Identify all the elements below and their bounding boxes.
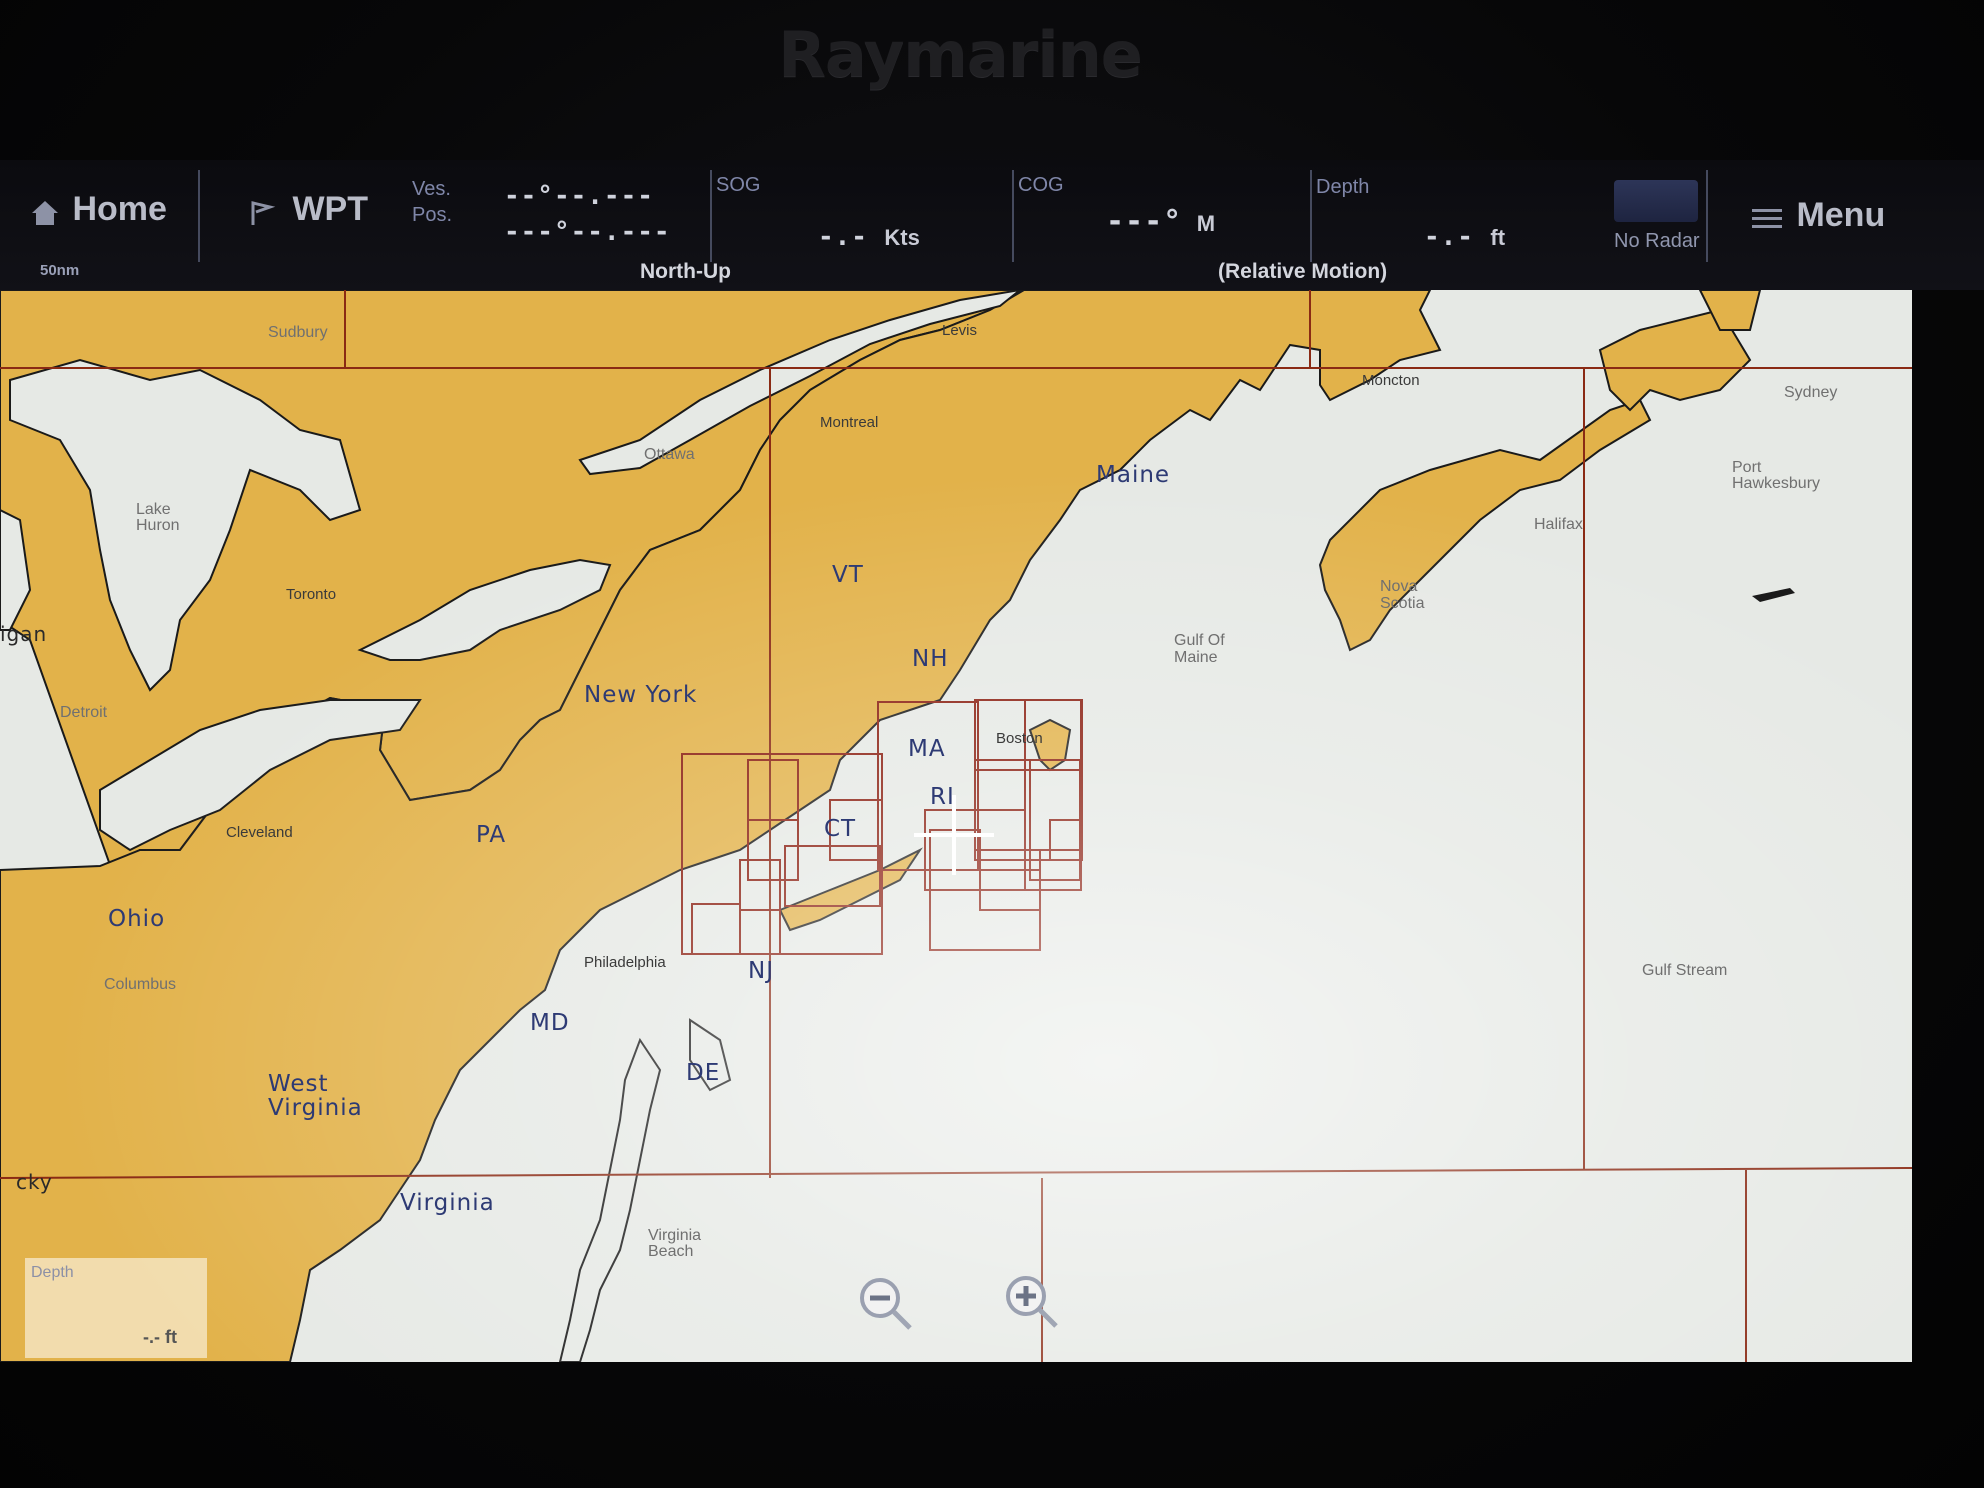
home-label: Home — [72, 190, 167, 228]
label-new-york: New York — [584, 682, 698, 708]
zoom-in-button[interactable] — [1004, 1274, 1058, 1328]
label-maine: Maine — [1096, 462, 1171, 488]
sog-readout[interactable]: -.- Kts — [818, 222, 920, 252]
chart-area[interactable]: Maine VT NH New York MA RI CT PA NJ Ohio… — [0, 290, 1912, 1362]
label-halifax: Halifax — [1534, 516, 1583, 533]
cog-unit: M — [1196, 211, 1216, 236]
brand-logo: Raymarine — [778, 18, 1143, 91]
zoom-in-icon — [1006, 1276, 1058, 1328]
sog-unit: Kts — [884, 225, 920, 250]
motion-mode[interactable]: (Relative Motion) — [1218, 260, 1387, 284]
depth-readout[interactable]: -.- ft — [1424, 222, 1505, 252]
depth-box-value: -.- ft — [143, 1327, 177, 1347]
vessel-position-label: Ves. Pos. — [412, 176, 452, 228]
label-ma: MA — [908, 736, 946, 762]
label-pa: PA — [476, 822, 507, 848]
label-virginia-beach: Virginia Beach — [648, 1227, 702, 1260]
label-edge-kentucky: cky — [16, 1170, 53, 1194]
radar-label: No Radar — [1614, 230, 1700, 252]
label-de: DE — [686, 1060, 721, 1086]
depth-box-label: Depth — [31, 1264, 74, 1281]
label-levis: Levis — [942, 322, 978, 339]
label-montreal: Montreal — [820, 414, 879, 431]
label-ohio: Ohio — [108, 906, 166, 932]
label-ottawa: Ottawa — [644, 446, 695, 463]
orientation-mode[interactable]: North-Up — [640, 260, 731, 284]
zoom-out-icon — [860, 1278, 912, 1330]
label-ri: RI — [930, 784, 955, 810]
label-md: MD — [530, 1010, 570, 1036]
divider — [1706, 170, 1708, 262]
radar-status[interactable]: No Radar — [1614, 180, 1700, 253]
label-nj: NJ — [748, 958, 774, 984]
label-vt: VT — [832, 562, 864, 588]
label-cleveland: Cleveland — [226, 824, 293, 841]
label-nh: NH — [912, 646, 949, 672]
label-ct: CT — [824, 816, 857, 842]
latitude-value: --°--.--- — [504, 181, 654, 211]
home-icon — [30, 199, 60, 232]
cog-readout[interactable]: ---° M — [1106, 204, 1215, 239]
menu-icon — [1752, 208, 1782, 235]
label-virginia: Virginia — [400, 1190, 495, 1216]
label-gulf-stream: Gulf Stream — [1642, 962, 1728, 979]
label-boston: Boston — [996, 730, 1043, 747]
cog-label: COG — [1018, 174, 1064, 196]
zoom-out-button[interactable] — [858, 1276, 912, 1330]
divider — [1012, 170, 1014, 262]
vespos-label-1: Ves. — [412, 178, 451, 200]
menu-label: Menu — [1796, 196, 1886, 234]
longitude-value: ---°--.--- — [504, 217, 671, 247]
range-scale: 50nm — [40, 262, 80, 279]
menu-button[interactable]: Menu — [1752, 196, 1885, 235]
label-nova-scotia: Nova Scotia — [1380, 578, 1425, 612]
cog-value: ---° — [1106, 204, 1183, 239]
top-databar: Home WPT Ves. Pos. --°--.--- ---°--.--- … — [0, 160, 1984, 290]
label-columbus: Columbus — [104, 976, 177, 993]
vespos-label-2: Pos. — [412, 204, 453, 226]
label-toronto: Toronto — [286, 586, 337, 603]
sog-value: -.- — [818, 222, 868, 252]
depth-value: -.- — [1424, 222, 1474, 252]
waypoint-flag-icon — [248, 199, 278, 232]
label-west-virginia: West Virginia — [268, 1071, 363, 1121]
label-sydney: Sydney — [1784, 384, 1838, 401]
label-sudbury: Sudbury — [268, 324, 328, 341]
label-lake-huron: Lake Huron — [136, 501, 180, 534]
depth-databox[interactable]: Depth -.- ft — [25, 1258, 207, 1358]
label-edge-michigan: igan — [0, 622, 48, 646]
label-gulf-of-maine: Gulf Of Maine — [1174, 632, 1225, 666]
radar-icon — [1614, 180, 1698, 222]
label-moncton: Moncton — [1362, 372, 1420, 389]
divider — [1310, 170, 1312, 262]
home-button[interactable]: Home — [30, 190, 167, 232]
label-detroit: Detroit — [60, 704, 108, 721]
label-port-hawkesbury: Port Hawkesbury — [1732, 459, 1821, 492]
depth-unit: ft — [1490, 225, 1506, 250]
divider — [710, 170, 712, 262]
sog-label: SOG — [716, 174, 761, 196]
divider — [198, 170, 200, 262]
label-philadelphia: Philadelphia — [584, 954, 666, 971]
vessel-position-readout[interactable]: --°--.--- ---°--.--- — [504, 178, 671, 250]
wpt-button[interactable]: WPT — [248, 190, 368, 232]
wpt-label: WPT — [292, 190, 368, 228]
depth-label: Depth — [1316, 176, 1370, 198]
